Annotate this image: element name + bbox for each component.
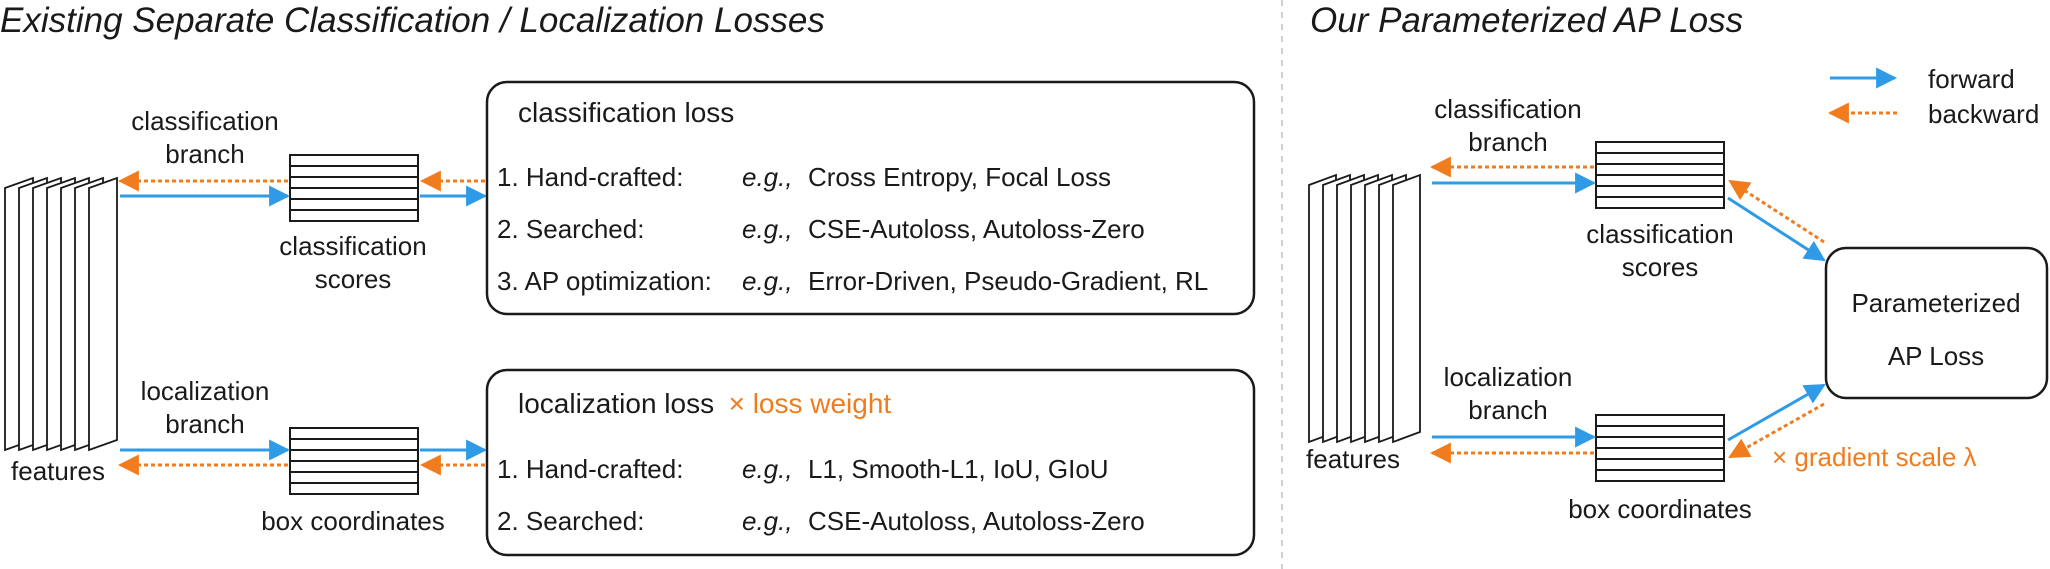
loc-row-2-examples: CSE-Autoloss, Autoloss-Zero [808, 506, 1145, 536]
classification-branch-label-right-2: branch [1468, 127, 1548, 157]
feature-maps-right [1308, 173, 1421, 444]
parameterized-ap-loss-box [1824, 246, 2049, 400]
cls-row-3-method: 3. AP optimization: [497, 266, 712, 296]
classification-loss-heading: classification loss [518, 97, 734, 128]
classification-scores-label-right-2: scores [1622, 252, 1699, 282]
right-panel-title: Our Parameterized AP Loss [1310, 1, 1743, 40]
classification-scores-label-left-1: classification [279, 231, 426, 261]
localization-branch-label-left-1: localization [141, 376, 270, 406]
localization-branch-label-left-2: branch [165, 409, 245, 439]
cls-row-2-eg: e.g., [742, 214, 793, 244]
backward-arrow-aploss-cls [1728, 179, 1825, 244]
diagram-canvas: Existing Separate Classification / Local… [0, 0, 2049, 569]
loc-row-1-eg: e.g., [742, 454, 793, 484]
loc-row-1-examples: L1, Smooth-L1, IoU, GIoU [808, 454, 1109, 484]
classification-branch-label-right-1: classification [1434, 94, 1581, 124]
cls-row-2-examples: CSE-Autoloss, Autoloss-Zero [808, 214, 1145, 244]
legend: forward backward [1827, 64, 2039, 129]
localization-loss-heading: localization loss [518, 388, 714, 419]
loc-row-1-method: 1. Hand-crafted: [497, 454, 683, 484]
cls-row-3-eg: e.g., [742, 266, 793, 296]
classification-branch-label-left-1: classification [131, 106, 278, 136]
gradient-scale-label: × gradient scale λ [1772, 442, 1977, 472]
cls-row-3-examples: Error-Driven, Pseudo-Gradient, RL [808, 266, 1208, 296]
forward-arrow-cls-aploss [1727, 196, 1826, 262]
classification-scores-label-right-1: classification [1586, 219, 1733, 249]
features-label-left: features [11, 456, 105, 486]
legend-backward-label: backward [1928, 99, 2039, 129]
loss-weight-label: × loss weight [729, 388, 892, 419]
box-coordinates-label-right: box coordinates [1568, 494, 1752, 524]
left-panel-title: Existing Separate Classification / Local… [0, 1, 825, 40]
box-coordinates-label-left: box coordinates [261, 506, 445, 536]
localization-branch-label-right-2: branch [1468, 395, 1548, 425]
ap-loss-label-2: AP Loss [1888, 341, 1984, 371]
ap-loss-label-1: Parameterized [1851, 288, 2020, 318]
feature-maps-left [4, 176, 118, 452]
box-coordinates-grid-left [289, 427, 419, 495]
features-label-right: features [1306, 444, 1400, 474]
localization-loss-heading-line: localization loss × loss weight [518, 388, 891, 419]
box-coordinates-grid-right [1595, 414, 1725, 482]
cls-row-2-method: 2. Searched: [497, 214, 644, 244]
classification-scores-label-left-2: scores [315, 264, 392, 294]
loc-row-2-method: 2. Searched: [497, 506, 644, 536]
classification-scores-grid-right [1595, 141, 1725, 209]
cls-row-1-examples: Cross Entropy, Focal Loss [808, 162, 1111, 192]
cls-row-1-method: 1. Hand-crafted: [497, 162, 683, 192]
loc-row-2-eg: e.g., [742, 506, 793, 536]
cls-row-1-eg: e.g., [742, 162, 793, 192]
legend-forward-label: forward [1928, 64, 2015, 94]
classification-scores-grid-left [289, 154, 419, 222]
localization-branch-label-right-1: localization [1444, 362, 1573, 392]
classification-branch-label-left-2: branch [165, 139, 245, 169]
